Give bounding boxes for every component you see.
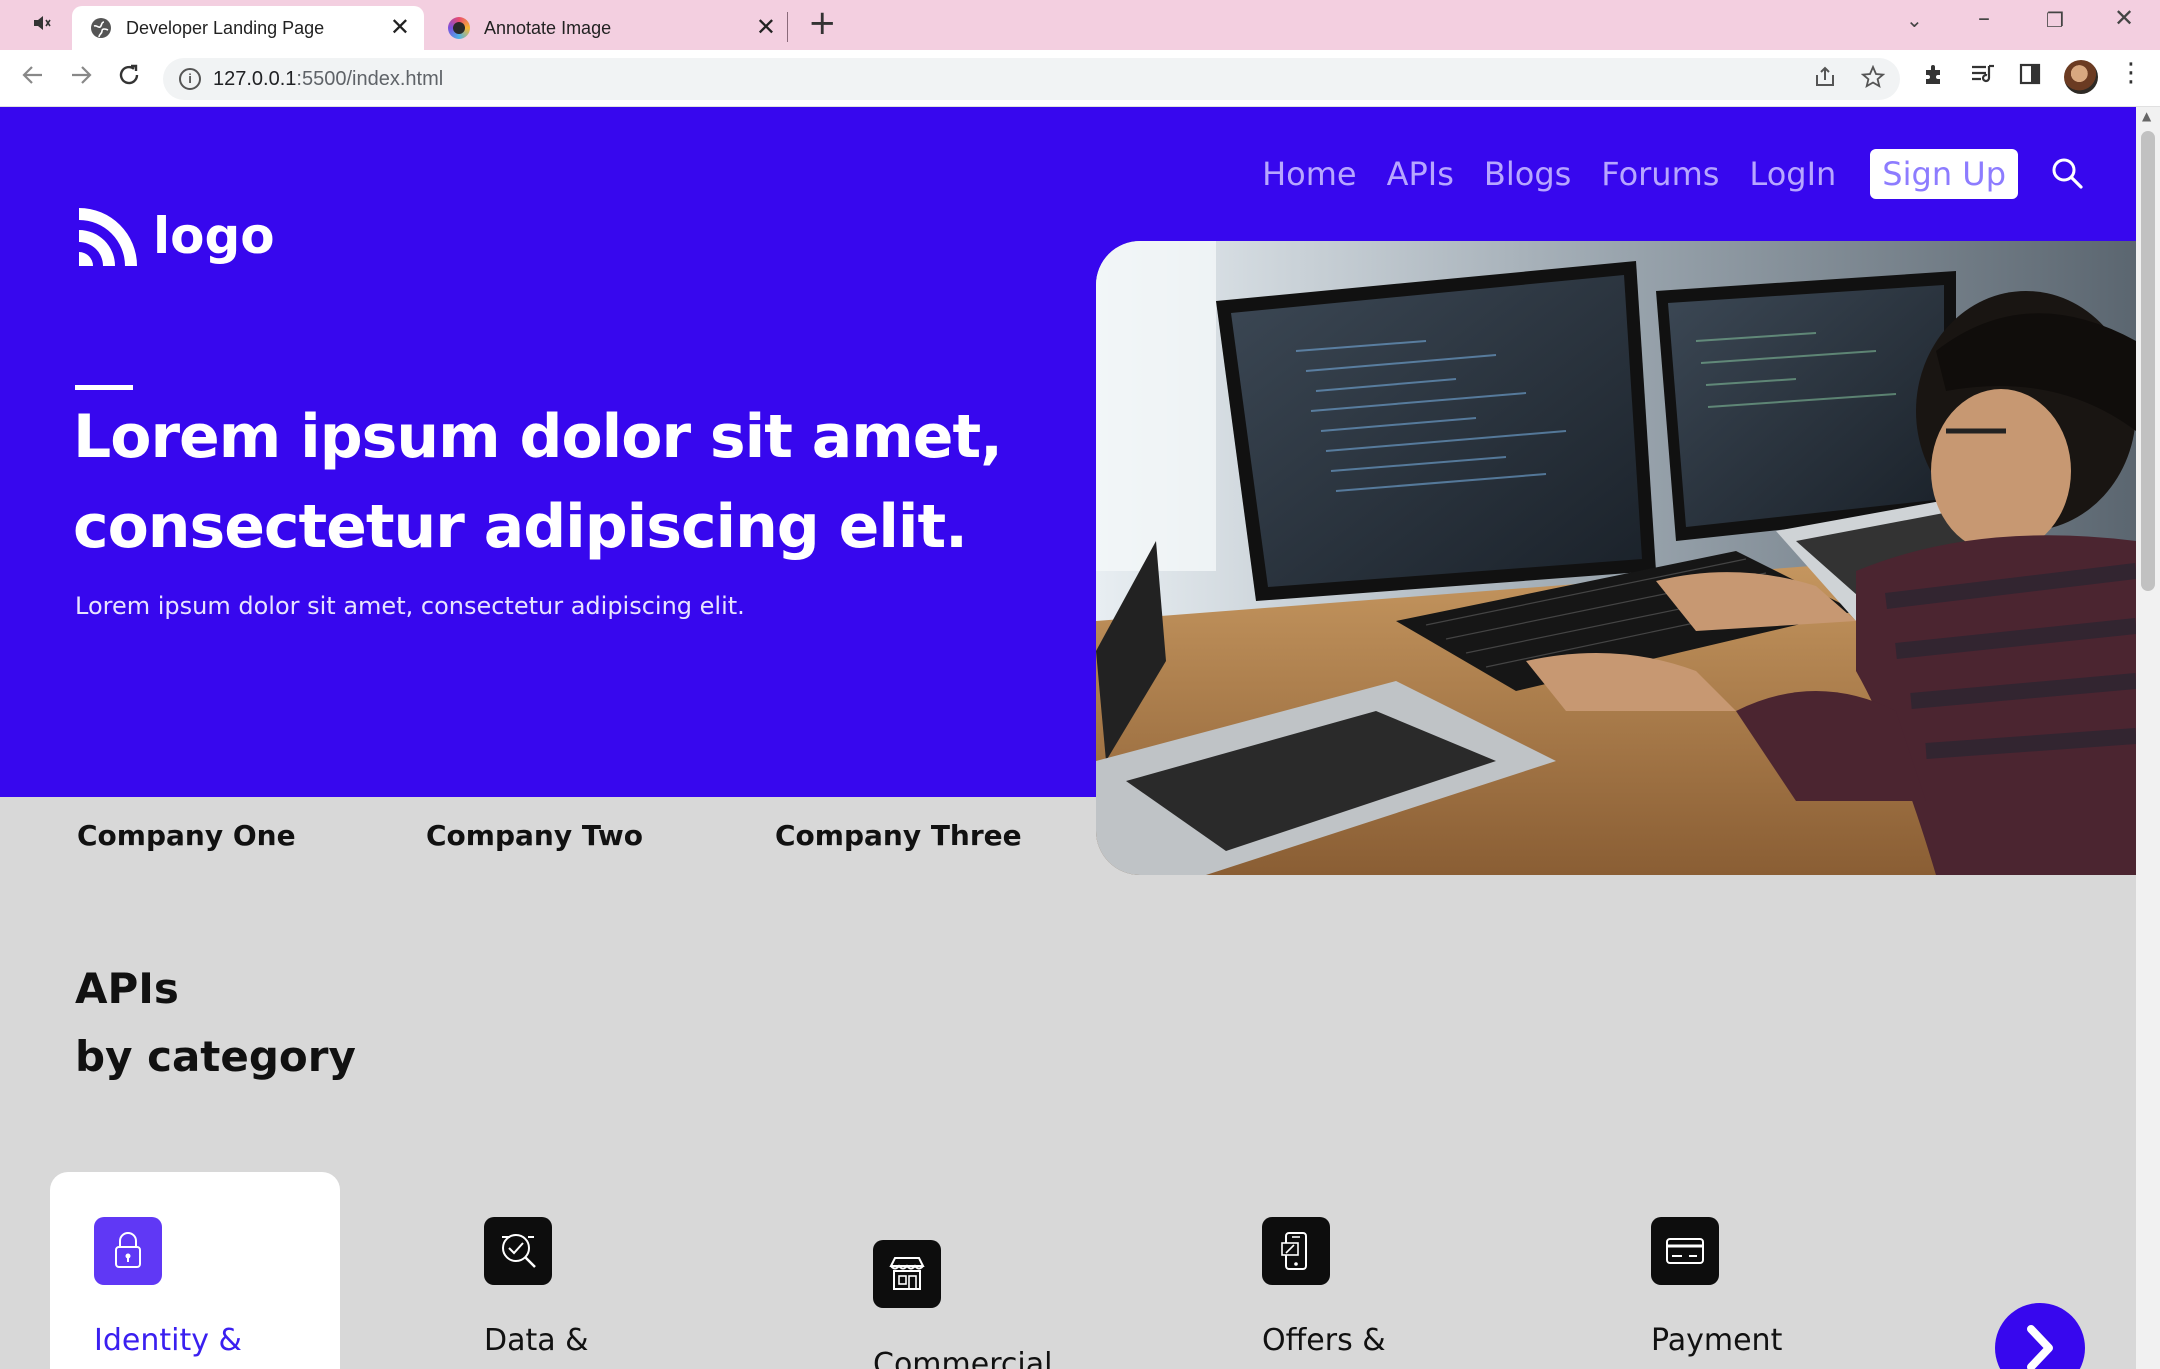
hero-accent-bar — [75, 385, 133, 390]
category-label-commercial[interactable]: Commercial — [873, 1347, 1052, 1369]
lock-icon — [94, 1217, 162, 1285]
site-logo[interactable]: logo — [75, 202, 275, 270]
restore-icon[interactable]: ❐ — [2046, 10, 2064, 30]
page-scrollbar[interactable]: ▲ — [2136, 107, 2160, 1369]
company-logo-one: Company One — [77, 819, 296, 852]
extensions-puzzle-icon[interactable] — [1922, 62, 1946, 90]
hero-image — [1096, 241, 2136, 875]
magnifier-check-icon[interactable] — [484, 1217, 552, 1285]
share-icon[interactable] — [1813, 65, 1837, 95]
back-icon[interactable] — [20, 62, 46, 93]
apis-title-line1: APIs — [75, 964, 179, 1013]
close-tab-icon[interactable]: ✕ — [390, 16, 410, 40]
category-label-payment[interactable]: Payment — [1651, 1323, 1782, 1358]
storefront-icon[interactable] — [873, 1240, 941, 1308]
rss-logo-icon — [75, 202, 139, 270]
close-tab-icon[interactable]: ✕ — [756, 16, 776, 40]
scrollbar-thumb[interactable] — [2141, 131, 2155, 591]
carousel-next-button[interactable] — [1995, 1303, 2085, 1369]
signup-button[interactable]: Sign Up — [1870, 149, 2018, 199]
card-icon[interactable] — [1651, 1217, 1719, 1285]
logo-text: logo — [153, 207, 275, 265]
category-label-identity[interactable]: Identity & — [94, 1323, 242, 1358]
company-logo-two: Company Two — [426, 819, 643, 852]
menu-kebab-icon[interactable]: ⋮ — [2118, 60, 2144, 86]
media-control-icon[interactable] — [1970, 62, 1996, 90]
nav-forums[interactable]: Forums — [1601, 155, 1719, 193]
minimize-icon[interactable]: – — [1978, 6, 1990, 30]
apis-title-line2: by category — [75, 1032, 356, 1081]
close-window-icon[interactable]: ✕ — [2114, 6, 2134, 30]
forward-icon[interactable] — [68, 62, 94, 93]
browser-tab-strip: Developer Landing Page ✕ Annotate Image … — [0, 0, 2160, 50]
new-tab-button[interactable]: + — [808, 6, 837, 40]
site-info-icon[interactable]: i — [179, 68, 201, 90]
tab-title: Annotate Image — [484, 17, 612, 38]
browser-toolbar: i 127.0.0.1:5500/index.html ⋮ — [0, 50, 2160, 107]
nav-blogs[interactable]: Blogs — [1484, 155, 1571, 193]
hero-subtitle: Lorem ipsum dolor sit amet, consectetur … — [75, 592, 745, 620]
reload-icon[interactable] — [116, 62, 142, 93]
company-logo-three: Company Three — [775, 819, 1022, 852]
apis-section-title: APIs by category — [75, 955, 356, 1091]
search-icon[interactable] — [2050, 156, 2086, 192]
bookmark-star-icon[interactable] — [1860, 64, 1886, 95]
tab-separator — [787, 12, 788, 42]
tab-developer-landing-page[interactable]: Developer Landing Page ✕ — [72, 6, 424, 50]
main-nav: Home APIs Blogs Forums LogIn Sign Up — [1232, 149, 2086, 199]
tab-search-icon[interactable]: ⌄ — [1906, 10, 1923, 30]
hero-title: Lorem ipsum dolor sit amet, consectetur … — [73, 402, 1003, 562]
chevron-right-icon — [2027, 1325, 2053, 1369]
page-viewport: Home APIs Blogs Forums LogIn Sign Up log… — [0, 107, 2136, 1369]
category-label-offers[interactable]: Offers & — [1262, 1323, 1386, 1358]
profile-avatar[interactable] — [2064, 60, 2098, 94]
scroll-up-icon[interactable]: ▲ — [2142, 109, 2151, 123]
category-label-data[interactable]: Data & — [484, 1323, 589, 1358]
url-text[interactable]: 127.0.0.1:5500/index.html — [213, 68, 443, 91]
nav-home[interactable]: Home — [1262, 155, 1357, 193]
side-panel-icon[interactable] — [2018, 62, 2042, 90]
nav-login[interactable]: LogIn — [1749, 155, 1836, 193]
tab-annotate-image[interactable]: Annotate Image ✕ — [432, 6, 790, 50]
address-bar[interactable]: i 127.0.0.1:5500/index.html — [163, 58, 1900, 100]
mute-tab-icon[interactable] — [32, 14, 52, 37]
tab-title: Developer Landing Page — [126, 17, 325, 38]
nav-apis[interactable]: APIs — [1387, 155, 1454, 193]
app-favicon-icon — [448, 17, 470, 39]
globe-icon — [90, 17, 112, 39]
phone-coupon-icon[interactable] — [1262, 1217, 1330, 1285]
